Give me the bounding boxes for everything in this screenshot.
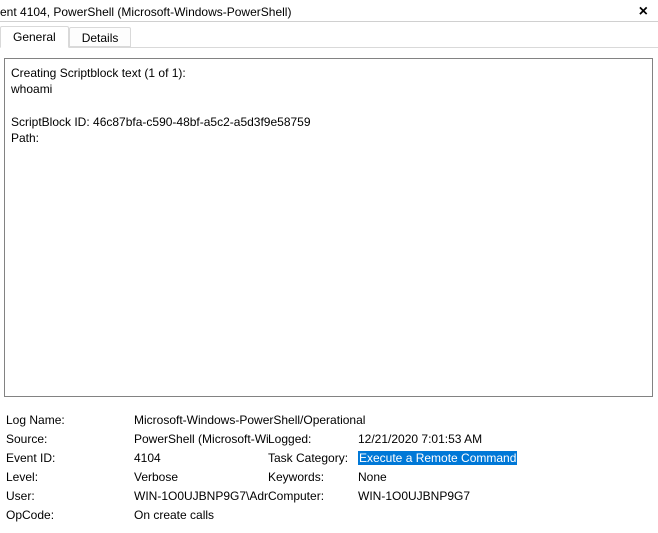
message-line1: Creating Scriptblock text (1 of 1):	[11, 66, 186, 80]
opcode-label: OpCode:	[6, 508, 134, 522]
computer-value: WIN-1O0UJBNP9G7	[358, 489, 470, 503]
message-line3: ScriptBlock ID: 46c87bfa-c590-48bf-a5c2-…	[11, 115, 311, 129]
event-id-value: 4104	[134, 451, 268, 465]
event-id-label: Event ID:	[6, 451, 134, 465]
log-name-label: Log Name:	[6, 413, 134, 427]
tab-general[interactable]: General	[0, 26, 69, 48]
level-value: Verbose	[134, 470, 268, 484]
user-value: WIN-1O0UJBNP9G7\Admini	[134, 489, 268, 503]
titlebar: ent 4104, PowerShell (Microsoft-Windows-…	[0, 0, 658, 22]
window-title: ent 4104, PowerShell (Microsoft-Windows-…	[0, 5, 291, 19]
computer-label: Computer:	[268, 489, 358, 503]
task-category-value-text: Execute a Remote Command	[358, 451, 517, 465]
tabs-container: General Details	[0, 22, 658, 48]
tab-details[interactable]: Details	[69, 27, 132, 47]
content-area: Creating Scriptblock text (1 of 1): whoa…	[0, 48, 658, 533]
user-label: User:	[6, 489, 134, 503]
row-source: Source: PowerShell (Microsoft-Wind Logge…	[6, 432, 650, 446]
details-grid: Log Name: Microsoft-Windows-PowerShell/O…	[4, 413, 652, 522]
close-icon[interactable]: ×	[635, 4, 652, 20]
row-log-name: Log Name: Microsoft-Windows-PowerShell/O…	[6, 413, 650, 427]
source-label: Source:	[6, 432, 134, 446]
level-label: Level:	[6, 470, 134, 484]
row-user: User: WIN-1O0UJBNP9G7\Admini Computer: W…	[6, 489, 650, 503]
logged-value: 12/21/2020 7:01:53 AM	[358, 432, 482, 446]
log-name-value: Microsoft-Windows-PowerShell/Operational	[134, 413, 534, 427]
message-line4: Path:	[11, 131, 39, 145]
task-category-label: Task Category:	[268, 451, 358, 465]
opcode-value: On create calls	[134, 508, 268, 522]
event-message-box[interactable]: Creating Scriptblock text (1 of 1): whoa…	[4, 58, 653, 397]
row-opcode: OpCode: On create calls	[6, 508, 650, 522]
keywords-label: Keywords:	[268, 470, 358, 484]
task-category-value: Execute a Remote Command	[358, 451, 517, 465]
row-level: Level: Verbose Keywords: None	[6, 470, 650, 484]
tab-general-label: General	[13, 30, 56, 44]
row-event-id: Event ID: 4104 Task Category: Execute a …	[6, 451, 650, 465]
source-value: PowerShell (Microsoft-Wind	[134, 432, 268, 446]
logged-label: Logged:	[268, 432, 358, 446]
message-line2: whoami	[11, 82, 52, 96]
tab-details-label: Details	[82, 31, 119, 45]
keywords-value: None	[358, 470, 387, 484]
